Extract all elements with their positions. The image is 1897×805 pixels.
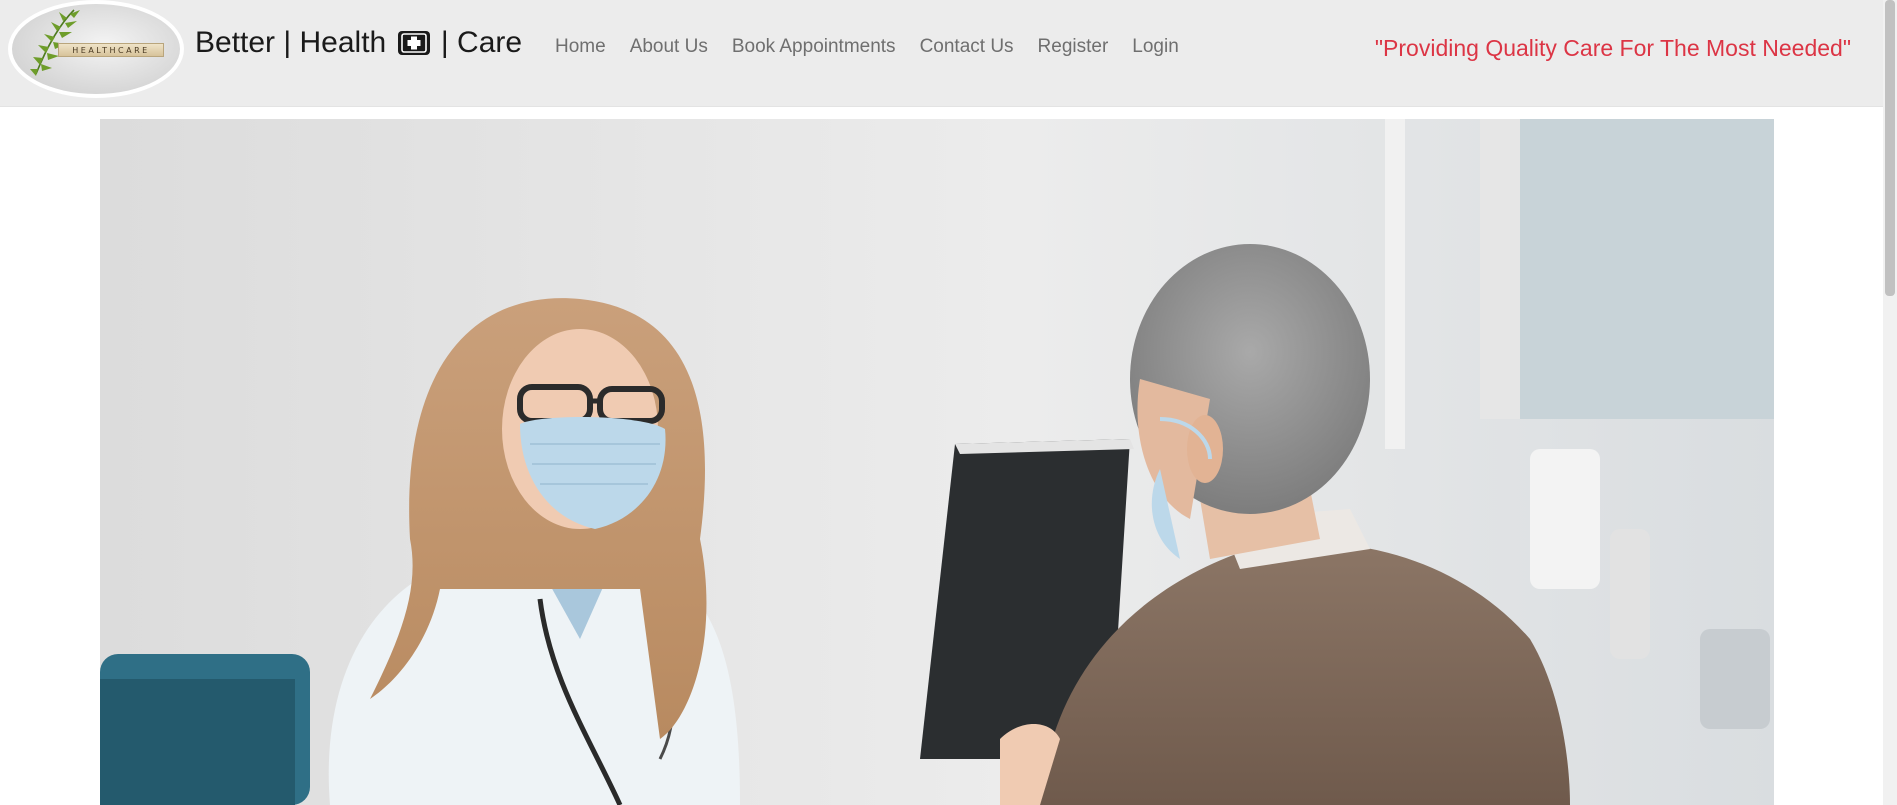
nav-menu: Home About Us Book Appointments Contact …: [543, 35, 1191, 59]
tagline: "Providing Quality Care For The Most Nee…: [1374, 35, 1851, 61]
doctor-patient-illustration: [100, 119, 1774, 805]
nav-login[interactable]: Login: [1120, 35, 1191, 59]
brand-title[interactable]: Better | Health | Care: [195, 24, 522, 66]
nav-home[interactable]: Home: [543, 35, 618, 59]
nav-register[interactable]: Register: [1026, 35, 1121, 59]
page-scrollbar[interactable]: [1883, 0, 1897, 805]
nav-contact-us[interactable]: Contact Us: [908, 35, 1026, 59]
scrollbar-thumb[interactable]: [1885, 0, 1895, 296]
logo[interactable]: HEALTHCARE: [8, 0, 184, 98]
navbar: HEALTHCARE Better | Health | Care Home A…: [0, 0, 1883, 107]
hero-image: [100, 119, 1774, 805]
medical-kit-icon: [397, 28, 431, 66]
brand-text-left: Better | Health: [195, 26, 387, 59]
logo-label: HEALTHCARE: [58, 43, 164, 57]
nav-book-appointments[interactable]: Book Appointments: [720, 35, 908, 59]
brand-text-right: | Care: [440, 26, 523, 59]
nav-about-us[interactable]: About Us: [618, 35, 720, 59]
